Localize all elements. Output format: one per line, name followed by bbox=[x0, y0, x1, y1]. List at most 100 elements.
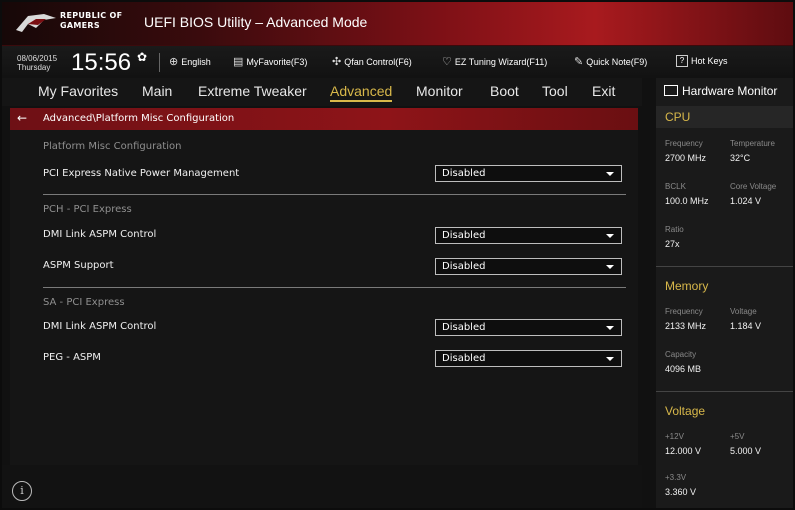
info-icon[interactable]: i bbox=[12, 481, 32, 501]
voltage-heading: Voltage bbox=[665, 404, 706, 418]
v5-value: 5.000 V bbox=[730, 446, 762, 456]
divider bbox=[656, 266, 793, 267]
monitor-icon bbox=[664, 85, 678, 96]
tab-advanced[interactable]: Advanced bbox=[330, 83, 393, 102]
aspm-support-select[interactable]: Disabled bbox=[435, 258, 622, 275]
tab-monitor[interactable]: Monitor bbox=[416, 83, 463, 99]
tab-exit[interactable]: Exit bbox=[592, 83, 615, 99]
pci-native-pm-select[interactable]: Disabled bbox=[435, 165, 622, 182]
memory-capacity-value: 4096 MB bbox=[665, 364, 702, 374]
rog-brand-text: REPUBLIC OF GAMERS bbox=[60, 11, 122, 31]
title-bar: REPUBLIC OF GAMERS UEFI BIOS Utility – A… bbox=[2, 2, 793, 46]
v33-label: +3.3V bbox=[665, 473, 687, 482]
breadcrumb: ← Advanced\Platform Misc Configuration bbox=[10, 108, 638, 130]
globe-icon: ⊕ bbox=[169, 56, 179, 68]
date-display: 08/06/2015 Thursday bbox=[17, 54, 57, 72]
memory-voltage-value: 1.184 V bbox=[730, 321, 762, 331]
peg-aspm-label: PEG - ASPM bbox=[43, 352, 101, 363]
core-voltage-label: Core Voltage bbox=[730, 182, 777, 191]
tab-main[interactable]: Main bbox=[142, 83, 172, 99]
help-area: i bbox=[2, 465, 642, 508]
main-menu: My Favorites Main Extreme Tweaker Advanc… bbox=[2, 78, 642, 106]
cpu-frequency-label: Frequency bbox=[665, 139, 703, 148]
clock: 15:56 bbox=[71, 49, 132, 76]
gear-icon[interactable]: ✿ bbox=[137, 50, 147, 64]
pci-native-pm-value: Disabled bbox=[442, 168, 486, 179]
bclk-label: BCLK bbox=[665, 182, 686, 191]
divider bbox=[159, 53, 160, 72]
brand-line1: REPUBLIC OF bbox=[60, 11, 123, 20]
date-text: 08/06/2015 bbox=[17, 54, 58, 63]
cpu-temperature-label: Temperature bbox=[730, 139, 775, 148]
cpu-frequency-value: 2700 MHz bbox=[665, 153, 707, 163]
chevron-down-icon bbox=[606, 357, 614, 361]
divider bbox=[656, 391, 793, 392]
hardware-monitor: Hardware Monitor CPU Frequency Temperatu… bbox=[656, 78, 793, 508]
hardware-monitor-title: Hardware Monitor bbox=[664, 84, 777, 98]
qfan-button[interactable]: ✣ Qfan Control(F6) bbox=[332, 55, 412, 68]
pch-dmi-aspm-value: Disabled bbox=[442, 230, 486, 241]
section-pch-pci-express: PCH - PCI Express bbox=[43, 204, 132, 215]
settings-panel: Platform Misc Configuration PCI Express … bbox=[10, 130, 638, 465]
peg-aspm-select[interactable]: Disabled bbox=[435, 350, 622, 367]
ratio-value: 27x bbox=[665, 239, 680, 249]
chevron-down-icon bbox=[606, 326, 614, 330]
hardware-monitor-label: Hardware Monitor bbox=[682, 84, 778, 98]
myfavorite-label: MyFavorite(F3) bbox=[246, 56, 308, 67]
v12-label: +12V bbox=[665, 432, 684, 441]
language-button[interactable]: ⊕ English bbox=[169, 55, 211, 68]
divider bbox=[43, 194, 626, 195]
pci-native-pm-label: PCI Express Native Power Management bbox=[43, 168, 240, 179]
brand-line2: GAMERS bbox=[60, 21, 100, 30]
bclk-value: 100.0 MHz bbox=[665, 196, 709, 206]
chevron-down-icon bbox=[606, 265, 614, 269]
bulb-icon: ♡ bbox=[442, 56, 452, 68]
tab-boot[interactable]: Boot bbox=[490, 83, 519, 99]
question-icon: ? bbox=[676, 55, 688, 67]
pch-dmi-aspm-select[interactable]: Disabled bbox=[435, 227, 622, 244]
sa-dmi-aspm-label: DMI Link ASPM Control bbox=[43, 321, 157, 332]
breadcrumb-path: Advanced\Platform Misc Configuration bbox=[43, 113, 235, 124]
divider bbox=[43, 287, 626, 288]
myfavorite-button[interactable]: ▤ MyFavorite(F3) bbox=[233, 55, 307, 68]
quick-note-label: Quick Note(F9) bbox=[586, 56, 648, 67]
day-text: Thursday bbox=[17, 63, 51, 72]
sa-dmi-aspm-value: Disabled bbox=[442, 322, 486, 333]
bios-window: REPUBLIC OF GAMERS UEFI BIOS Utility – A… bbox=[2, 2, 793, 508]
aspm-support-value: Disabled bbox=[442, 261, 486, 272]
hot-keys-label: Hot Keys bbox=[691, 56, 728, 66]
v33-value: 3.360 V bbox=[665, 487, 697, 497]
tab-tool[interactable]: Tool bbox=[542, 83, 568, 99]
v12-value: 12.000 V bbox=[665, 446, 702, 456]
hot-keys-button[interactable]: ? Hot Keys bbox=[676, 55, 728, 67]
cpu-temperature-value: 32°C bbox=[730, 153, 751, 163]
peg-aspm-value: Disabled bbox=[442, 353, 486, 364]
note-icon: ✎ bbox=[574, 56, 584, 68]
memory-capacity-label: Capacity bbox=[665, 350, 697, 359]
aspm-support-label: ASPM Support bbox=[43, 260, 114, 271]
memory-frequency-value: 2133 MHz bbox=[665, 321, 707, 331]
memory-voltage-label: Voltage bbox=[730, 307, 757, 316]
section-sa-pci-express: SA - PCI Express bbox=[43, 297, 125, 308]
info-bar: 08/06/2015 Thursday 15:56 ✿ ⊕ English ▤ … bbox=[2, 46, 793, 78]
quick-note-button[interactable]: ✎ Quick Note(F9) bbox=[574, 55, 647, 68]
core-voltage-value: 1.024 V bbox=[730, 196, 762, 206]
qfan-label: Qfan Control(F6) bbox=[344, 56, 412, 67]
rog-logo-icon bbox=[16, 14, 56, 32]
memory-frequency-label: Frequency bbox=[665, 307, 703, 316]
back-arrow-icon[interactable]: ← bbox=[17, 111, 27, 125]
tab-my-favorites[interactable]: My Favorites bbox=[38, 83, 118, 99]
sa-dmi-aspm-select[interactable]: Disabled bbox=[435, 319, 622, 336]
v5-label: +5V bbox=[730, 432, 745, 441]
app-title: UEFI BIOS Utility – Advanced Mode bbox=[144, 14, 368, 30]
pch-dmi-aspm-label: DMI Link ASPM Control bbox=[43, 229, 157, 240]
memory-heading: Memory bbox=[665, 279, 709, 293]
ez-tuning-label: EZ Tuning Wizard(F11) bbox=[454, 56, 548, 67]
ez-tuning-button[interactable]: ♡ EZ Tuning Wizard(F11) bbox=[442, 55, 547, 68]
fan-icon: ✣ bbox=[332, 56, 342, 68]
chevron-down-icon bbox=[606, 234, 614, 238]
language-label: English bbox=[181, 56, 211, 67]
tab-extreme-tweaker[interactable]: Extreme Tweaker bbox=[198, 83, 307, 99]
cpu-heading: CPU bbox=[665, 110, 691, 124]
ratio-label: Ratio bbox=[665, 225, 684, 234]
